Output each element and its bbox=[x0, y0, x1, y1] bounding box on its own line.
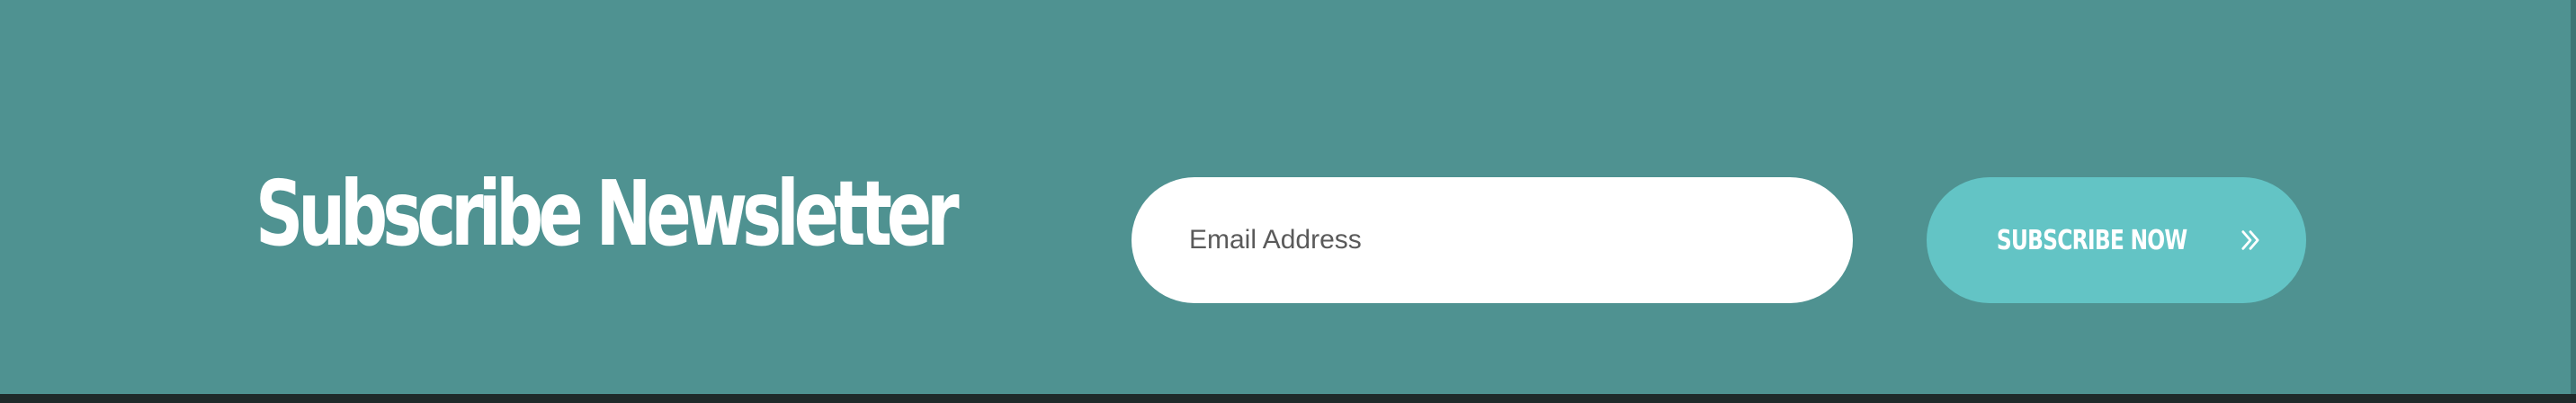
email-field-container[interactable] bbox=[1131, 177, 1853, 303]
newsletter-banner: Subscribe Newsletter SUBSCRIBE NOW bbox=[0, 0, 2576, 394]
subscribe-button-label: SUBSCRIBE NOW bbox=[1997, 224, 2187, 256]
double-chevron-right-icon bbox=[2241, 230, 2259, 250]
subscribe-button[interactable]: SUBSCRIBE NOW bbox=[1927, 177, 2306, 303]
right-edge-divider bbox=[2571, 0, 2576, 394]
email-input[interactable] bbox=[1187, 212, 1802, 268]
bottom-dark-bar bbox=[0, 394, 2576, 403]
newsletter-title: Subscribe Newsletter bbox=[255, 161, 960, 266]
